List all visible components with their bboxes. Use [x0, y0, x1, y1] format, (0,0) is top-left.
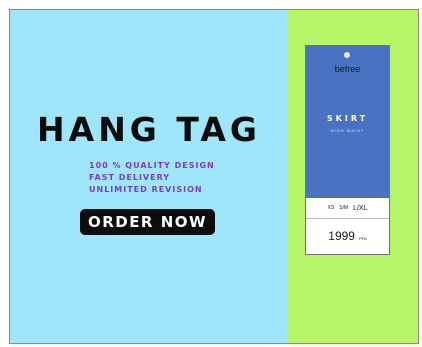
- promo-panel: HANG TAG 100 % QUALITY DESIGN FAST DELIV…: [10, 10, 288, 343]
- size-option: S/M: [339, 205, 349, 211]
- feature-item: 100 % QUALITY DESIGN: [89, 161, 215, 170]
- currency: РУБ: [358, 235, 367, 241]
- tag-hole-icon: [344, 52, 350, 58]
- feature-item: UNLIMITED REVISION: [89, 185, 203, 194]
- order-now-button[interactable]: ORDER NOW: [80, 209, 215, 235]
- headline: HANG TAG: [37, 110, 261, 149]
- hang-tag: befree SKIRT HIGH WAIST XS S/M L/XL 1999…: [305, 45, 390, 255]
- price-row: 1999 РУБ: [306, 218, 389, 254]
- price: 1999: [328, 229, 355, 243]
- product-subtitle: HIGH WAIST: [330, 128, 365, 133]
- size-option: XS: [327, 205, 335, 211]
- size-option: L/XL: [353, 204, 368, 212]
- feature-item: FAST DELIVERY: [89, 173, 171, 182]
- brand-logo: befree: [334, 64, 361, 74]
- size-row: XS S/M L/XL: [306, 198, 389, 219]
- tag-header: befree SKIRT HIGH WAIST: [306, 46, 389, 198]
- product-name: SKIRT: [326, 114, 369, 123]
- feature-list: 100 % QUALITY DESIGN FAST DELIVERY UNLIM…: [89, 160, 215, 196]
